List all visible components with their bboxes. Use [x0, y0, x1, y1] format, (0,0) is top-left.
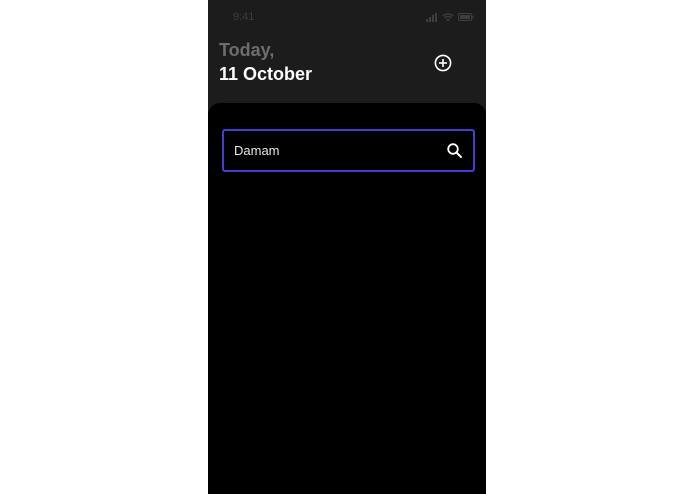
status-icons — [426, 12, 474, 22]
add-button[interactable] — [434, 54, 452, 72]
date-title: 11 October — [219, 64, 313, 84]
search-button[interactable] — [446, 142, 463, 159]
plus-circle-icon — [434, 54, 452, 72]
search-field[interactable] — [222, 129, 475, 172]
search-input[interactable] — [234, 131, 434, 170]
battery-icon — [458, 13, 474, 21]
date-header: Today, 11 October — [219, 39, 312, 87]
status-time: 9:41 — [233, 11, 255, 23]
content-sheet — [208, 103, 486, 494]
phone-screen: 9:41 Today, 11 October — [208, 0, 486, 494]
date-subtitle: Today, — [219, 40, 275, 60]
search-icon — [447, 143, 462, 158]
signal-icon — [426, 12, 437, 22]
status-bar: 9:41 — [208, 0, 486, 34]
wifi-icon — [442, 12, 454, 21]
